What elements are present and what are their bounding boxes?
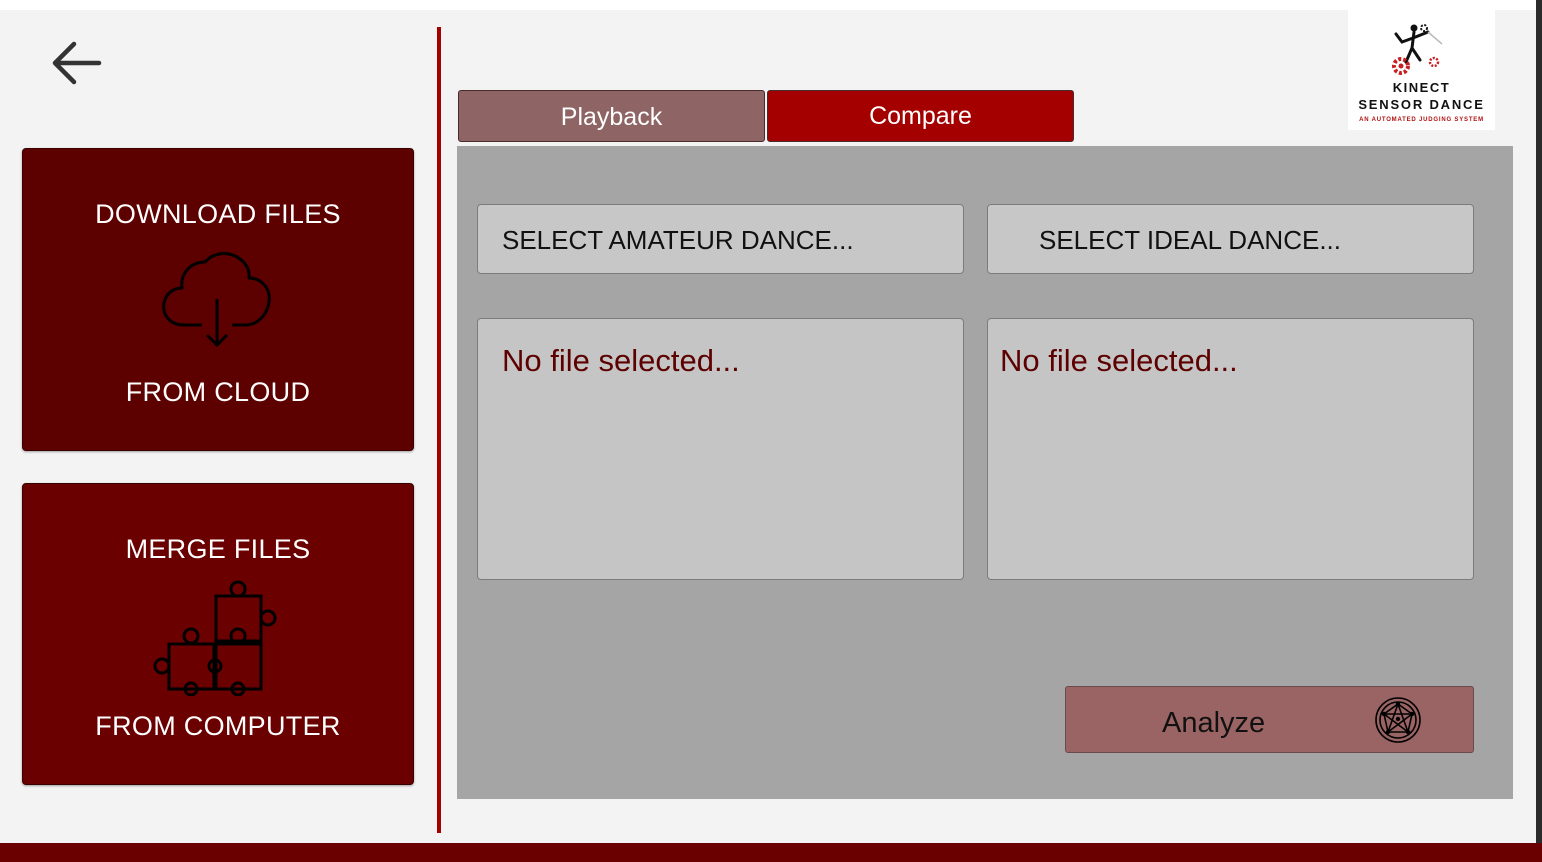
download-from-cloud-button[interactable]: DOWNLOAD FILES FROM CLOUD bbox=[22, 148, 414, 451]
analyze-label: Analyze bbox=[1162, 707, 1266, 739]
vertical-divider bbox=[437, 27, 441, 833]
amateur-file-display: No file selected... bbox=[477, 318, 964, 580]
cloud-download-icon bbox=[158, 247, 278, 352]
network-analysis-icon bbox=[1375, 697, 1421, 743]
logo-tagline: AN AUTOMATED JUDGING SYSTEM bbox=[1359, 117, 1484, 123]
compare-panel: SELECT AMATEUR DANCE... SELECT IDEAL DAN… bbox=[457, 146, 1513, 799]
amateur-file-text: No file selected... bbox=[502, 343, 740, 378]
ideal-file-text: No file selected... bbox=[1000, 343, 1238, 378]
dancer-gears-logo bbox=[1392, 24, 1443, 75]
select-ideal-dance-button[interactable]: SELECT IDEAL DANCE... bbox=[987, 204, 1474, 274]
logo-line1: KINECT bbox=[1392, 80, 1451, 95]
select-amateur-dance-button[interactable]: SELECT AMATEUR DANCE... bbox=[477, 204, 964, 274]
app-window: DOWNLOAD FILES FROM CLOUD MERGE FILES FR… bbox=[0, 0, 1536, 862]
logo-line2: SENSOR DANCE bbox=[1358, 97, 1485, 112]
ideal-file-display: No file selected... bbox=[987, 318, 1474, 580]
merge-title: MERGE FILES bbox=[125, 534, 311, 564]
top-strip bbox=[0, 0, 1536, 10]
merge-subtitle: FROM COMPUTER bbox=[95, 711, 341, 741]
bottom-bar bbox=[0, 843, 1542, 862]
merge-from-computer-button[interactable]: MERGE FILES FROM COMPUTER bbox=[22, 483, 414, 785]
back-button[interactable] bbox=[46, 36, 106, 92]
download-title: DOWNLOAD FILES bbox=[95, 199, 341, 229]
arrow-left-icon bbox=[52, 41, 102, 85]
kinect-sensor-dance-logo: KINECT SENSOR DANCE AN AUTOMATED JUDGING… bbox=[1348, 2, 1495, 130]
tab-playback[interactable]: Playback bbox=[458, 90, 765, 142]
analyze-button[interactable]: Analyze bbox=[1065, 686, 1474, 753]
tab-compare[interactable]: Compare bbox=[767, 90, 1074, 142]
puzzle-icon bbox=[153, 576, 283, 701]
download-subtitle: FROM CLOUD bbox=[125, 377, 311, 407]
